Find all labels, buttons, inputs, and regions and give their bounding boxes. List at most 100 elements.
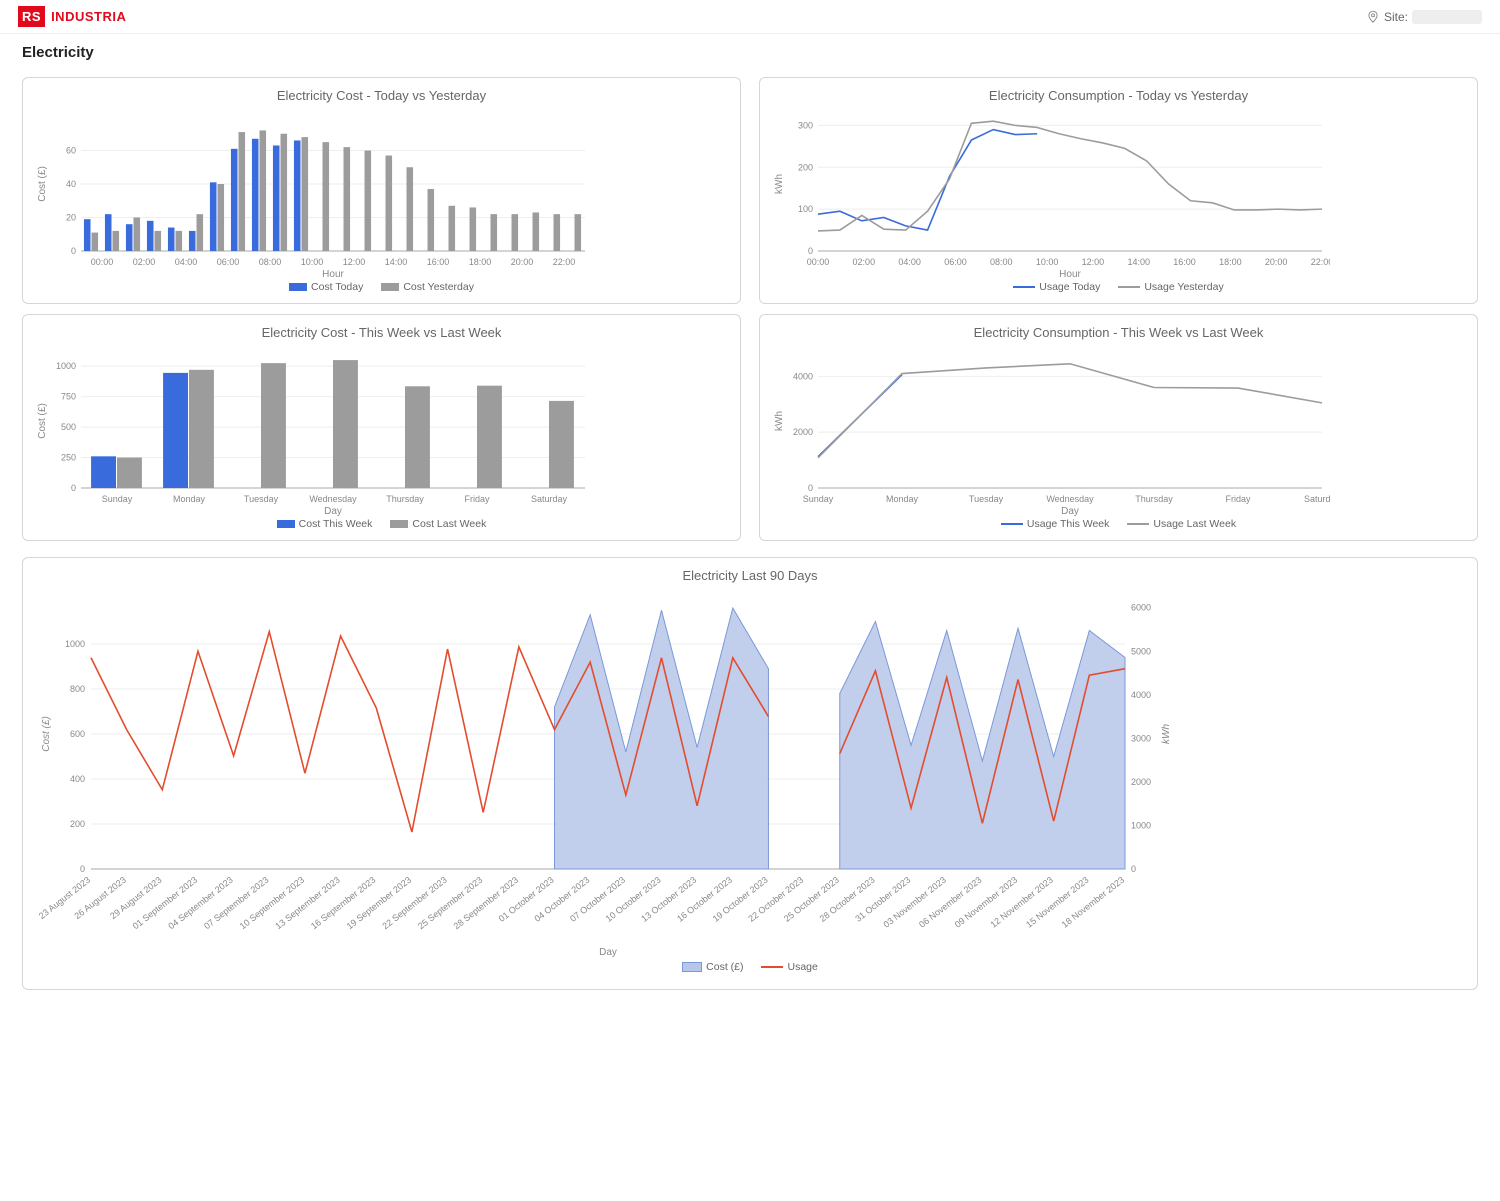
svg-text:5000: 5000 <box>1131 646 1151 656</box>
card-last-90-days: Electricity Last 90 Days 020040060080010… <box>22 557 1478 990</box>
svg-text:60: 60 <box>66 146 76 156</box>
svg-text:0: 0 <box>1131 864 1136 874</box>
svg-text:Monday: Monday <box>886 494 919 504</box>
svg-text:Day: Day <box>1061 506 1079 516</box>
svg-text:00:00: 00:00 <box>91 257 114 267</box>
app-header: RS INDUSTRIA Site: <box>0 0 1500 34</box>
brand-industria: INDUSTRIA <box>51 9 126 24</box>
svg-text:600: 600 <box>70 729 85 739</box>
svg-text:Sunday: Sunday <box>102 494 133 504</box>
svg-text:0: 0 <box>808 483 813 493</box>
svg-text:12:00: 12:00 <box>1082 257 1105 267</box>
bar-chart-cost-today: 0204060Cost (£)00:0002:0004:0006:0008:00… <box>33 109 593 279</box>
svg-text:Cost (£): Cost (£) <box>41 716 52 752</box>
svg-text:Cost (£): Cost (£) <box>37 403 48 439</box>
chart-title: Electricity Last 90 Days <box>33 568 1467 583</box>
svg-text:800: 800 <box>70 684 85 694</box>
svg-text:1000: 1000 <box>1131 820 1151 830</box>
svg-text:4000: 4000 <box>1131 690 1151 700</box>
svg-text:0: 0 <box>80 864 85 874</box>
svg-text:16:00: 16:00 <box>1173 257 1196 267</box>
svg-text:0: 0 <box>71 246 76 256</box>
svg-text:40: 40 <box>66 179 76 189</box>
svg-text:200: 200 <box>70 819 85 829</box>
legend-swatch-today <box>289 283 307 291</box>
svg-text:25 September 2023: 25 September 2023 <box>416 875 484 932</box>
svg-text:Hour: Hour <box>1059 269 1081 279</box>
bar-chart-cost-week: 02505007501000Cost (£)SundayMondayTuesda… <box>33 346 593 516</box>
legend: Cost Today Cost Yesterday <box>33 281 730 293</box>
svg-text:04 September 2023: 04 September 2023 <box>166 875 234 932</box>
svg-text:Tuesday: Tuesday <box>244 494 279 504</box>
svg-text:Day: Day <box>324 506 342 516</box>
brand-logo: RS INDUSTRIA <box>18 6 126 27</box>
svg-text:10:00: 10:00 <box>1036 257 1059 267</box>
svg-text:22 September 2023: 22 September 2023 <box>380 875 448 932</box>
svg-text:300: 300 <box>798 120 813 130</box>
svg-text:01 September 2023: 01 September 2023 <box>131 875 199 932</box>
svg-text:00:00: 00:00 <box>807 257 830 267</box>
svg-text:07 September 2023: 07 September 2023 <box>202 875 270 932</box>
svg-text:16 September 2023: 16 September 2023 <box>309 875 377 932</box>
svg-text:1000: 1000 <box>56 361 76 371</box>
card-consumption-today-vs-yesterday: Electricity Consumption - Today vs Yeste… <box>759 77 1478 304</box>
svg-text:18:00: 18:00 <box>469 257 492 267</box>
svg-text:20:00: 20:00 <box>511 257 534 267</box>
svg-text:16:00: 16:00 <box>427 257 450 267</box>
chart-title: Electricity Cost - Today vs Yesterday <box>33 88 730 103</box>
svg-text:10:00: 10:00 <box>301 257 324 267</box>
site-selector[interactable]: Site: <box>1366 10 1482 24</box>
svg-text:15 November 2023: 15 November 2023 <box>1024 875 1090 930</box>
svg-text:10 September 2023: 10 September 2023 <box>238 875 306 932</box>
svg-text:2000: 2000 <box>793 427 813 437</box>
card-cost-week: Electricity Cost - This Week vs Last Wee… <box>22 314 741 541</box>
svg-text:18 November 2023: 18 November 2023 <box>1060 875 1126 930</box>
svg-text:kWh: kWh <box>774 174 785 194</box>
svg-text:100: 100 <box>798 204 813 214</box>
site-label: Site: <box>1384 10 1408 24</box>
svg-text:6000: 6000 <box>1131 603 1151 613</box>
legend-swatch-today <box>1013 286 1035 288</box>
svg-text:14:00: 14:00 <box>385 257 408 267</box>
svg-text:Tuesday: Tuesday <box>969 494 1004 504</box>
legend: Usage This Week Usage Last Week <box>770 518 1467 530</box>
legend-swatch-yesterday <box>381 283 399 291</box>
svg-text:0: 0 <box>808 246 813 256</box>
svg-text:20: 20 <box>66 213 76 223</box>
svg-text:06:00: 06:00 <box>944 257 967 267</box>
area-line-chart-90days: 0200400600800100001000200030004000500060… <box>33 589 1183 959</box>
chart-title: Electricity Consumption - Today vs Yeste… <box>770 88 1467 103</box>
svg-text:250: 250 <box>61 453 76 463</box>
chart-title: Electricity Cost - This Week vs Last Wee… <box>33 325 730 340</box>
svg-text:4000: 4000 <box>793 371 813 381</box>
svg-text:22:00: 22:00 <box>553 257 576 267</box>
svg-text:2000: 2000 <box>1131 777 1151 787</box>
legend-swatch-last-week <box>1127 523 1149 525</box>
line-chart-consumption-week: 020004000kWhSundayMondayTuesdayWednesday… <box>770 346 1330 516</box>
legend: Usage Today Usage Yesterday <box>770 281 1467 293</box>
svg-text:08:00: 08:00 <box>259 257 282 267</box>
svg-text:Saturday: Saturday <box>531 494 568 504</box>
svg-text:12 November 2023: 12 November 2023 <box>988 875 1054 930</box>
svg-text:Thursday: Thursday <box>1135 494 1173 504</box>
svg-text:18:00: 18:00 <box>1219 257 1242 267</box>
legend-swatch-this-week <box>277 520 295 528</box>
svg-text:22:00: 22:00 <box>1311 257 1330 267</box>
svg-text:Friday: Friday <box>464 494 490 504</box>
svg-text:Sunday: Sunday <box>803 494 834 504</box>
svg-text:06:00: 06:00 <box>217 257 240 267</box>
legend: Cost (£) Usage <box>33 961 1467 973</box>
location-icon <box>1366 10 1380 24</box>
legend-swatch-yesterday <box>1118 286 1140 288</box>
page-title: Electricity <box>22 44 1478 61</box>
svg-text:19 September 2023: 19 September 2023 <box>345 875 413 932</box>
svg-text:02:00: 02:00 <box>853 257 876 267</box>
svg-text:kWh: kWh <box>1161 724 1172 744</box>
chart-title: Electricity Consumption - This Week vs L… <box>770 325 1467 340</box>
site-value-redacted <box>1412 10 1482 24</box>
svg-text:kWh: kWh <box>774 411 785 431</box>
svg-text:Friday: Friday <box>1225 494 1251 504</box>
svg-text:12:00: 12:00 <box>343 257 366 267</box>
svg-text:Saturday: Saturday <box>1304 494 1330 504</box>
svg-text:200: 200 <box>798 162 813 172</box>
